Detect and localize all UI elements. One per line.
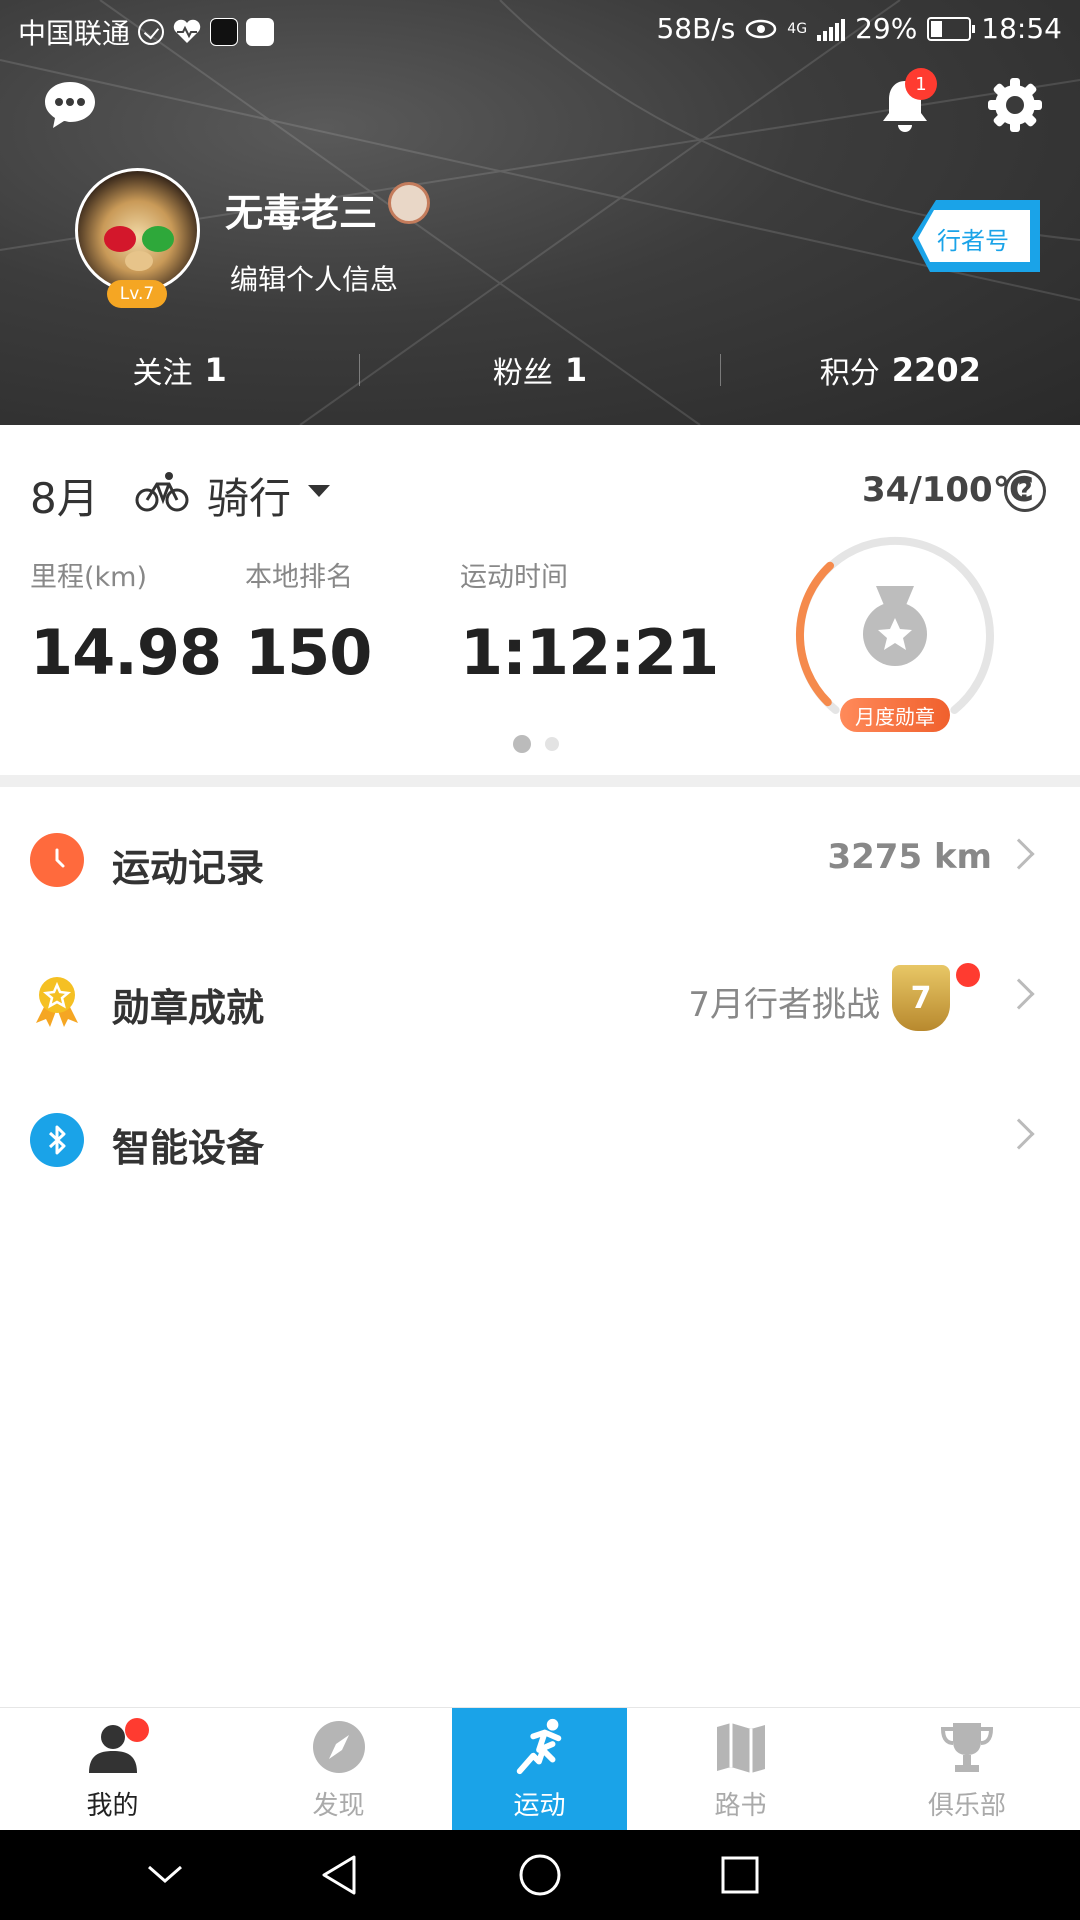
tab-route-book[interactable]: 路书: [627, 1708, 854, 1830]
battery-icon: [927, 16, 976, 41]
tab-label: 俱乐部: [927, 1790, 1006, 1821]
menu-label: 运动记录: [112, 846, 265, 890]
monthly-medal-tag: 月度勋章: [840, 698, 950, 732]
recents-button[interactable]: [715, 1850, 765, 1900]
metric-value: 1:12:21: [460, 616, 719, 689]
section-divider: [0, 775, 1080, 787]
back-button[interactable]: [315, 1850, 365, 1900]
home-circle-icon: [519, 1854, 561, 1896]
tab-discover[interactable]: 发现: [225, 1708, 452, 1830]
xingzhe-id-button[interactable]: 行者号: [906, 198, 1040, 278]
chat-button[interactable]: [35, 70, 105, 140]
tab-me[interactable]: 我的: [0, 1708, 225, 1830]
compass-icon: [309, 1717, 369, 1777]
chevron-right-icon: [1003, 978, 1035, 1010]
carrier-label: 中国联通: [18, 17, 131, 50]
net-speed: 58B/s: [656, 12, 736, 45]
page-dot: [545, 737, 559, 751]
recents-square-icon: [721, 1856, 759, 1894]
menu-item-smart-devices[interactable]: 智能设备: [0, 1075, 1080, 1205]
badge-icon: [30, 973, 84, 1027]
stat-label: 关注: [132, 356, 193, 391]
metric-label: 运动时间: [460, 562, 568, 593]
menu-label: 智能设备: [112, 1126, 265, 1170]
tab-club[interactable]: 俱乐部: [854, 1708, 1080, 1830]
runner-icon: [510, 1717, 570, 1777]
stat-label: 积分: [819, 356, 880, 391]
home-button[interactable]: [515, 1850, 565, 1900]
menu-label: 勋章成就: [112, 986, 265, 1030]
metric-label: 本地排名: [245, 562, 353, 593]
stat-label: 粉丝: [492, 356, 553, 391]
metric-value: 14.98: [30, 616, 222, 689]
chevron-right-icon: [1003, 838, 1035, 870]
metric-value: 150: [245, 616, 372, 689]
tab-label: 发现: [312, 1790, 365, 1821]
gear-icon: [988, 78, 1042, 132]
metric-duration: 运动时间 1:12:21: [460, 555, 719, 689]
network-type: 4G: [787, 20, 808, 37]
tab-label: 路书: [714, 1790, 767, 1821]
chevron-down-icon: [148, 1865, 182, 1883]
help-icon[interactable]: ?: [1004, 470, 1046, 512]
settings-button[interactable]: [980, 70, 1050, 140]
activity-type-selector[interactable]: 骑行: [207, 465, 291, 526]
profile-stats: 关注 1 粉丝 1 积分 2202: [0, 345, 1080, 395]
medal-progress-arc: [795, 561, 834, 707]
new-badge-dot: [956, 963, 980, 987]
eye-icon: [746, 19, 777, 38]
bluetooth-icon: [30, 1113, 84, 1167]
tab-workout[interactable]: 运动: [452, 1708, 627, 1830]
back-triangle-icon: [322, 1855, 356, 1895]
heart-icon: [173, 19, 201, 43]
medal-icon: [388, 182, 430, 224]
profile-header: 中国联通 58B/s 4G 29% 18:54 1 Lv.7 无毒老三 编辑个人…: [0, 0, 1080, 425]
caret-down-icon[interactable]: [308, 485, 330, 497]
medal-icon: [863, 586, 927, 666]
edit-profile-link[interactable]: 编辑个人信息: [230, 258, 398, 298]
menu-item-workout-records[interactable]: 运动记录 3275 km: [0, 795, 1080, 925]
map-icon: [711, 1717, 771, 1777]
tab-label: 运动: [513, 1790, 566, 1821]
tiktok-icon: [210, 18, 239, 46]
metric-rank: 本地排名 150: [245, 555, 372, 689]
signal-icon: [817, 17, 846, 41]
total-distance: 3275 km: [827, 837, 992, 877]
clock-icon: [30, 833, 84, 887]
bicycle-icon: [135, 472, 189, 512]
metric-label: 里程(km): [30, 562, 148, 593]
clock-time: 18:54: [981, 12, 1062, 45]
stat-value: 2202: [891, 351, 981, 389]
stat-value: 1: [204, 351, 227, 389]
xingzhe-id-label: 行者号: [937, 226, 1009, 255]
bottom-tab-bar: 我的 发现 运动 路书 俱乐部: [0, 1707, 1080, 1830]
notification-badge: 1: [905, 68, 937, 100]
menu-item-achievements[interactable]: 勋章成就 7月行者挑战 7: [0, 935, 1080, 1065]
month-label: 8月: [30, 474, 99, 523]
system-nav-bar: [0, 1830, 1080, 1920]
tab-notification-dot: [125, 1718, 149, 1742]
map-app-icon: [246, 18, 275, 46]
latest-challenge: 7月行者挑战: [688, 985, 880, 1025]
stat-value: 1: [564, 351, 588, 389]
tab-label: 我的: [86, 1790, 139, 1821]
chevron-right-icon: [1003, 1118, 1035, 1150]
avatar[interactable]: [75, 168, 200, 293]
level-badge: Lv.7: [107, 280, 167, 308]
challenge-badge-icon: 7: [892, 965, 950, 1031]
battery-percent: 29%: [855, 12, 918, 45]
status-bar: 中国联通 58B/s 4G 29% 18:54: [0, 0, 1080, 60]
trophy-icon: [937, 1717, 997, 1777]
stat-following[interactable]: 关注 1: [0, 345, 359, 395]
chat-icon: [45, 82, 95, 128]
stat-followers[interactable]: 粉丝 1: [360, 345, 719, 395]
page-dot-active: [513, 735, 531, 753]
page-indicator: [513, 735, 559, 753]
hide-nav-button[interactable]: [140, 1850, 190, 1900]
stat-points[interactable]: 积分 2202: [721, 345, 1080, 395]
metric-distance: 里程(km) 14.98: [30, 555, 222, 689]
check-icon: [138, 19, 165, 45]
username: 无毒老三: [225, 191, 378, 235]
